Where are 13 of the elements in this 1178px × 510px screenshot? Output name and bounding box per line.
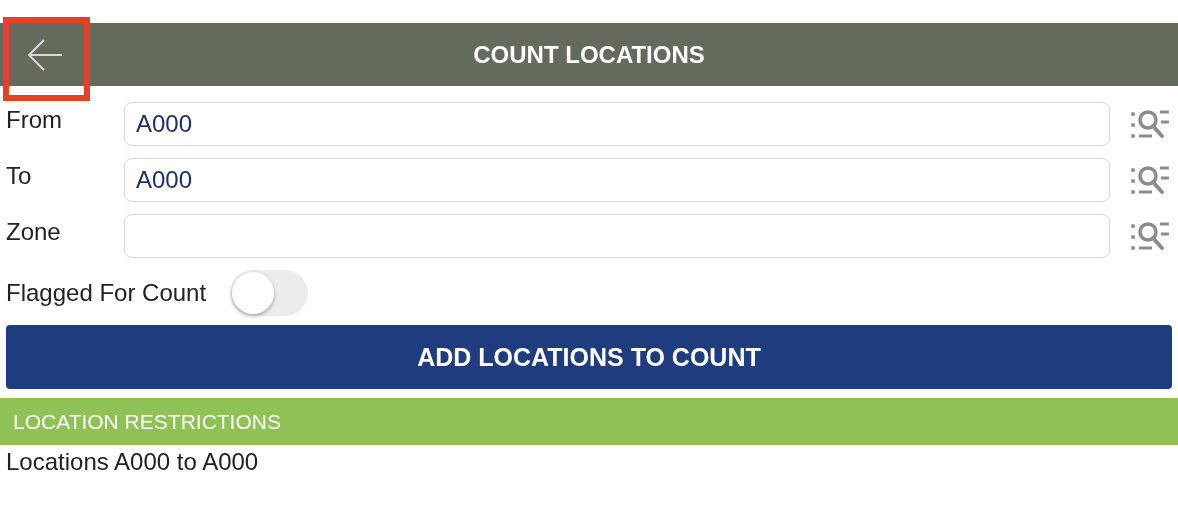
field-label: Zone [6,218,62,246]
input-field[interactable]: A000 [124,158,1110,202]
input-field[interactable] [124,214,1110,258]
back-button[interactable] [26,37,64,73]
toggle-switch[interactable] [230,270,309,316]
toggle-label: Flagged For Count [6,279,207,307]
restriction-text: Locations A000 to A000 [5,447,260,477]
section-title: LOCATION RESTRICTIONS [13,409,281,434]
screen-title: COUNT LOCATIONS [473,40,705,69]
add-locations-button[interactable]: ADD LOCATIONS TO COUNT [6,325,1172,389]
field-label: To [6,162,33,190]
input-field[interactable]: A000 [124,102,1110,146]
field-label: From [6,106,63,134]
